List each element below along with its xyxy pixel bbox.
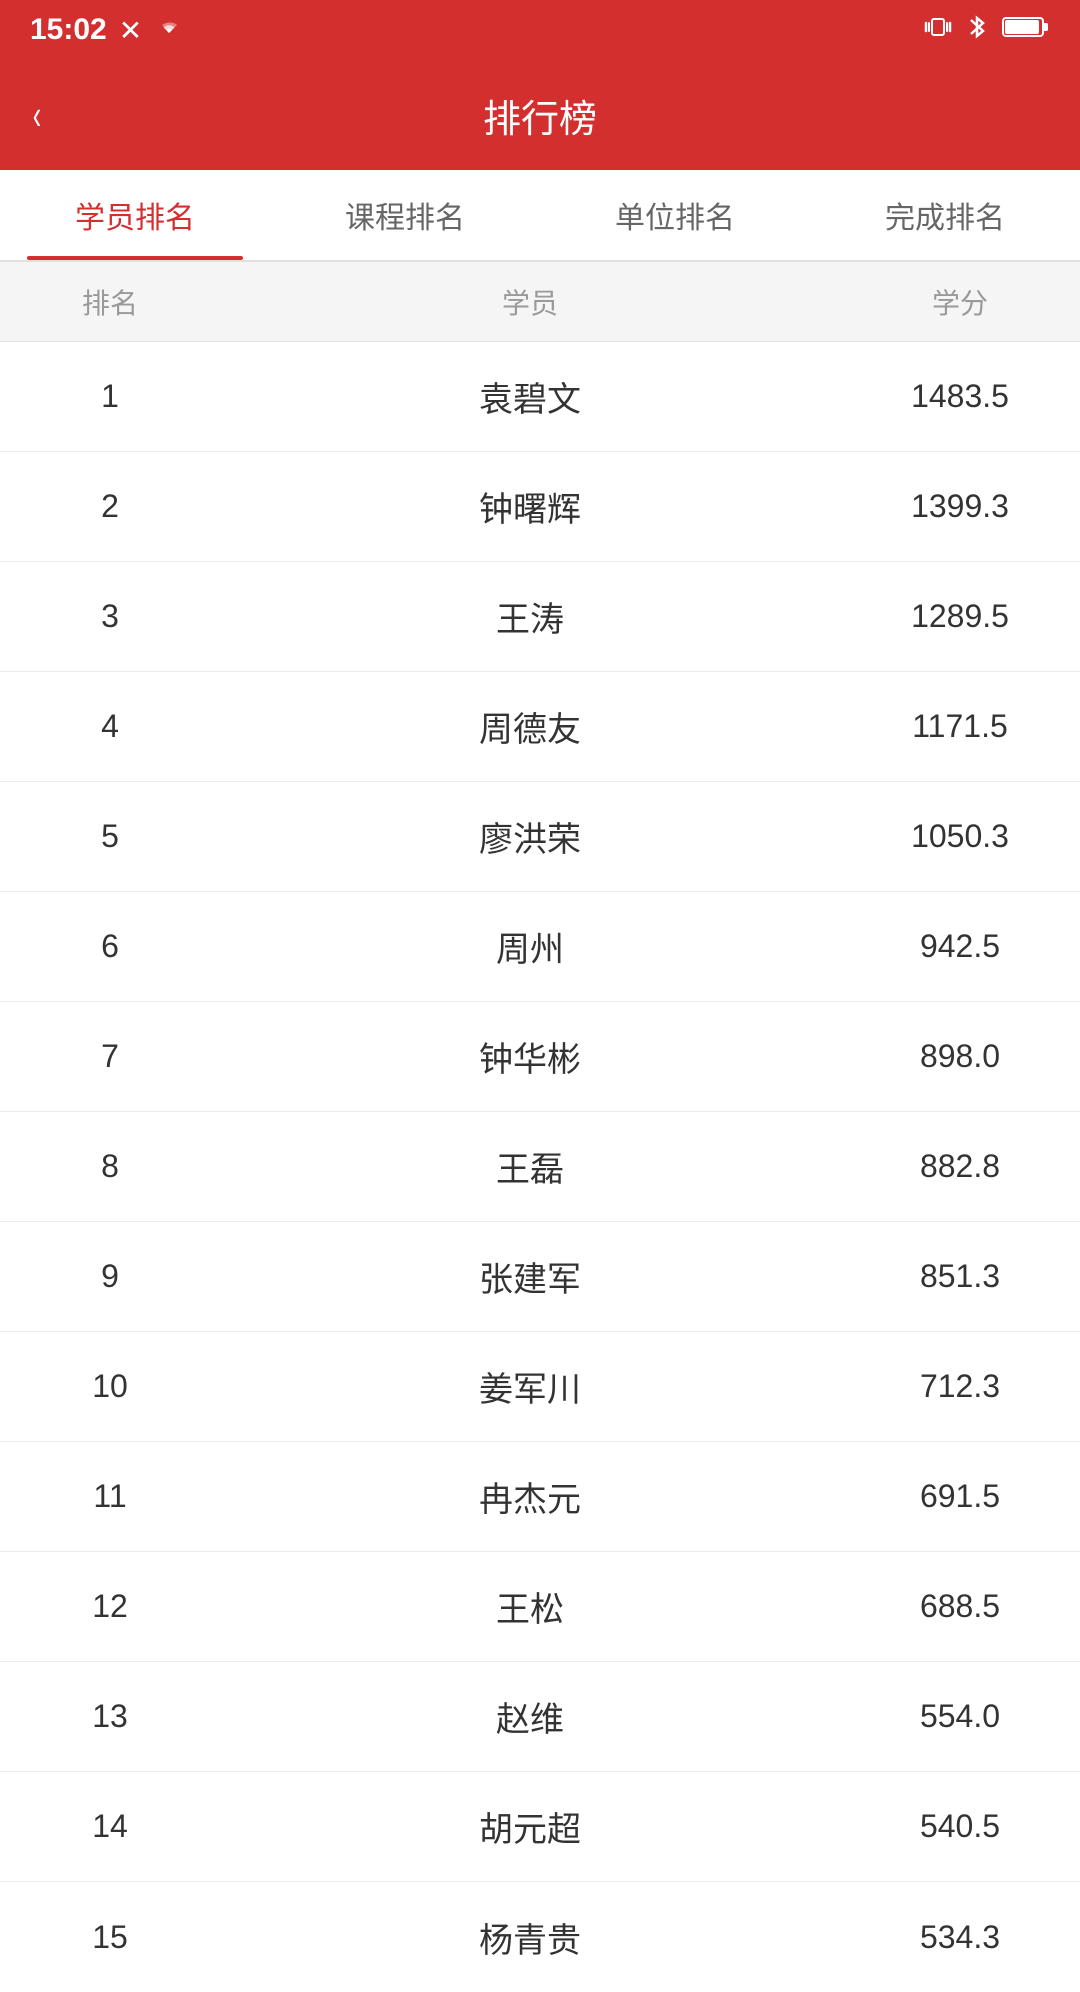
- leaderboard-table: 1 袁碧文 1483.5 2 钟曙辉 1399.3 3 王涛 1289.5 4 …: [0, 342, 1080, 1992]
- cell-student: 钟曙辉: [220, 482, 840, 531]
- header-student: 学员: [220, 282, 840, 322]
- cell-student: 周德友: [220, 702, 840, 751]
- table-row[interactable]: 8 王磊 882.8: [0, 1112, 1080, 1222]
- cell-rank: 5: [0, 818, 220, 855]
- tab-student-rank[interactable]: 学员排名: [0, 170, 270, 260]
- cell-rank: 8: [0, 1148, 220, 1185]
- table-row[interactable]: 14 胡元超 540.5: [0, 1772, 1080, 1882]
- cell-rank: 9: [0, 1258, 220, 1295]
- table-row[interactable]: 13 赵维 554.0: [0, 1662, 1080, 1772]
- table-row[interactable]: 15 杨青贵 534.3: [0, 1882, 1080, 1992]
- vibrate-icon: [924, 13, 952, 48]
- cell-student: 王磊: [220, 1142, 840, 1191]
- cell-student: 王涛: [220, 592, 840, 641]
- cell-student: 廖洪荣: [220, 812, 840, 861]
- status-time: 15:02: [30, 13, 107, 47]
- status-bar: 15:02 ✕: [0, 0, 1080, 60]
- back-button[interactable]: ‹: [30, 94, 44, 136]
- status-right: [924, 13, 1050, 48]
- cell-score: 898.0: [840, 1038, 1080, 1075]
- table-row[interactable]: 7 钟华彬 898.0: [0, 1002, 1080, 1112]
- table-row[interactable]: 6 周州 942.5: [0, 892, 1080, 1002]
- cell-rank: 11: [0, 1478, 220, 1515]
- cell-rank: 2: [0, 488, 220, 525]
- cell-score: 882.8: [840, 1148, 1080, 1185]
- status-left: 15:02 ✕: [30, 13, 184, 47]
- table-row[interactable]: 1 袁碧文 1483.5: [0, 342, 1080, 452]
- battery-icon: [1002, 14, 1050, 46]
- cell-rank: 3: [0, 598, 220, 635]
- table-row[interactable]: 2 钟曙辉 1399.3: [0, 452, 1080, 562]
- cell-rank: 7: [0, 1038, 220, 1075]
- cell-score: 851.3: [840, 1258, 1080, 1295]
- header-score: 学分: [840, 282, 1080, 322]
- cell-score: 1399.3: [840, 488, 1080, 525]
- cell-score: 1171.5: [840, 708, 1080, 745]
- cell-student: 冉杰元: [220, 1472, 840, 1521]
- cell-student: 袁碧文: [220, 372, 840, 421]
- table-header: 排名 学员 学分: [0, 262, 1080, 342]
- tab-completion-rank[interactable]: 完成排名: [810, 170, 1080, 260]
- cell-score: 1483.5: [840, 378, 1080, 415]
- cell-student: 姜军川: [220, 1362, 840, 1411]
- cell-rank: 4: [0, 708, 220, 745]
- cell-score: 540.5: [840, 1808, 1080, 1845]
- cell-rank: 10: [0, 1368, 220, 1405]
- tab-course-rank[interactable]: 课程排名: [270, 170, 540, 260]
- cell-rank: 15: [0, 1919, 220, 1956]
- cell-score: 554.0: [840, 1698, 1080, 1735]
- wifi-icon: [154, 14, 184, 46]
- table-row[interactable]: 11 冉杰元 691.5: [0, 1442, 1080, 1552]
- cell-score: 1289.5: [840, 598, 1080, 635]
- back-icon: ‹: [33, 94, 41, 136]
- table-row[interactable]: 12 王松 688.5: [0, 1552, 1080, 1662]
- cell-rank: 13: [0, 1698, 220, 1735]
- cell-score: 942.5: [840, 928, 1080, 965]
- table-row[interactable]: 4 周德友 1171.5: [0, 672, 1080, 782]
- cell-rank: 14: [0, 1808, 220, 1845]
- cell-score: 712.3: [840, 1368, 1080, 1405]
- cell-student: 胡元超: [220, 1802, 840, 1851]
- header-rank: 排名: [0, 282, 220, 322]
- cell-score: 691.5: [840, 1478, 1080, 1515]
- table-row[interactable]: 5 廖洪荣 1050.3: [0, 782, 1080, 892]
- tab-unit-rank[interactable]: 单位排名: [540, 170, 810, 260]
- table-row[interactable]: 9 张建军 851.3: [0, 1222, 1080, 1332]
- tab-bar: 学员排名 课程排名 单位排名 完成排名: [0, 170, 1080, 262]
- cell-student: 王松: [220, 1582, 840, 1631]
- cell-score: 1050.3: [840, 818, 1080, 855]
- bluetooth-icon: [966, 13, 988, 48]
- cell-student: 赵维: [220, 1692, 840, 1741]
- cell-rank: 12: [0, 1588, 220, 1625]
- cell-rank: 1: [0, 378, 220, 415]
- cell-student: 钟华彬: [220, 1032, 840, 1081]
- table-row[interactable]: 3 王涛 1289.5: [0, 562, 1080, 672]
- table-row[interactable]: 10 姜军川 712.3: [0, 1332, 1080, 1442]
- cell-score: 688.5: [840, 1588, 1080, 1625]
- cell-student: 周州: [220, 922, 840, 971]
- page-header: ‹ 排行榜: [0, 60, 1080, 170]
- page-title: 排行榜: [483, 88, 597, 143]
- cell-rank: 6: [0, 928, 220, 965]
- cell-student: 张建军: [220, 1252, 840, 1301]
- cell-score: 534.3: [840, 1919, 1080, 1956]
- signal-icon: ✕: [119, 14, 142, 47]
